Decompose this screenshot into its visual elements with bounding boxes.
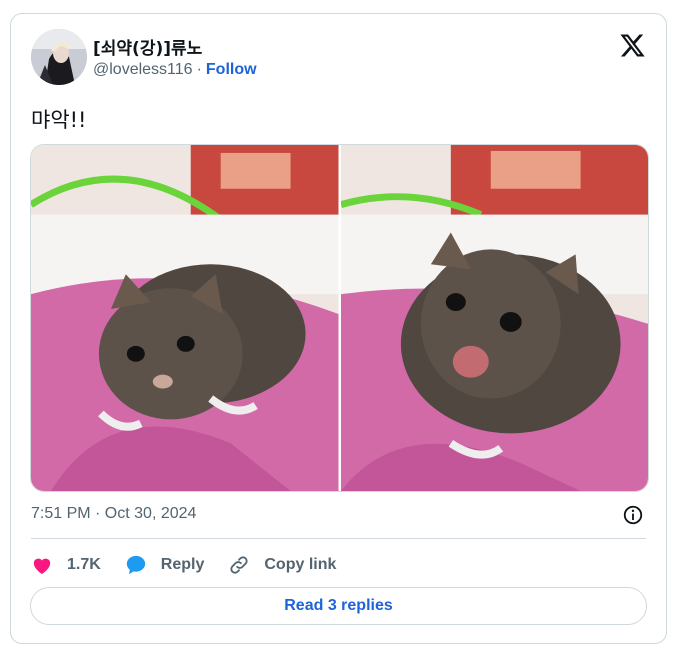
reply-button[interactable]: Reply <box>125 554 205 576</box>
avatar[interactable] <box>31 29 87 85</box>
info-icon[interactable] <box>622 504 644 526</box>
divider <box>31 538 646 539</box>
author-handle[interactable]: @loveless116 <box>93 61 193 78</box>
reply-bubble-icon <box>126 555 145 575</box>
kitten-photo-left[interactable] <box>31 145 339 491</box>
media-grid <box>30 144 649 492</box>
author-display-name[interactable]: [쇠약(강)]류노 <box>93 34 202 59</box>
kitten-photo-right[interactable] <box>340 145 648 491</box>
tweet-timestamp[interactable]: 7:51 PM · Oct 30, 2024 <box>31 505 196 523</box>
x-logo-icon[interactable] <box>619 32 646 59</box>
tweet-text: 먀악!! <box>31 108 87 132</box>
copy-link-label: Copy link <box>264 556 337 573</box>
like-button[interactable]: 1.7K <box>31 555 101 575</box>
heart-icon <box>33 558 51 575</box>
follow-link[interactable]: Follow <box>206 61 257 78</box>
like-count: 1.7K <box>67 556 101 573</box>
separator-dot: · <box>196 61 202 78</box>
author-handle-row: @loveless116 · Follow <box>93 61 257 79</box>
tweet-card[interactable]: [쇠약(강)]류노 @loveless116 · Follow 먀악!! 7:5… <box>10 13 667 644</box>
action-bar: 1.7K Reply Copy link <box>31 550 360 580</box>
copy-link-button[interactable]: Copy link <box>228 554 336 576</box>
read-replies-button[interactable]: Read 3 replies <box>30 587 647 625</box>
link-icon <box>230 556 248 574</box>
reply-label: Reply <box>160 556 205 573</box>
